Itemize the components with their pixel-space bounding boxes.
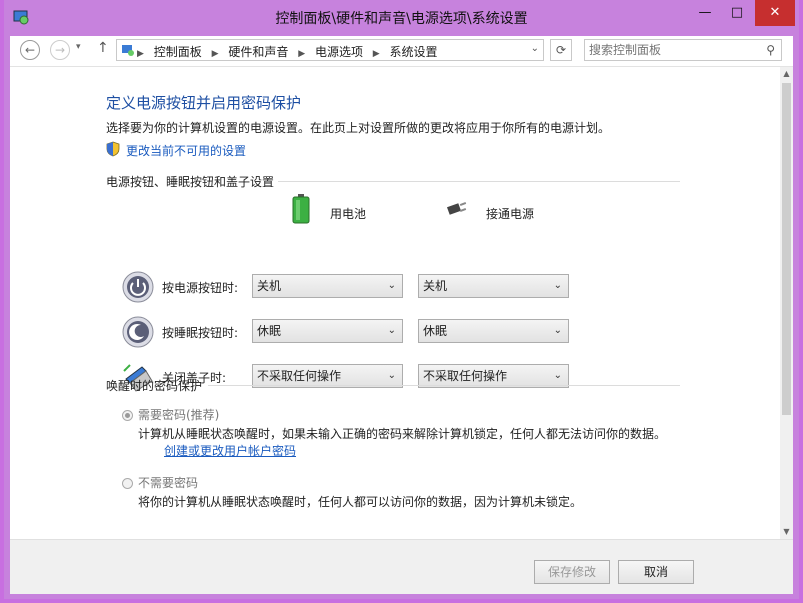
chevron-down-icon: ⌄: [553, 325, 562, 336]
recent-locations-icon[interactable]: ▾: [76, 42, 81, 52]
minimize-button[interactable]: —: [692, 2, 718, 24]
maximize-button[interactable]: □: [724, 2, 750, 24]
sleep-button-battery-select[interactable]: 休眠 ⌄: [252, 319, 403, 343]
breadcrumb-separator-icon: ▶: [137, 49, 144, 59]
require-password-description: 计算机从睡眠状态唤醒时，如果未输入正确的密码来解除计算机锁定，任何人都无法访问你…: [138, 427, 667, 441]
breadcrumb-separator-icon[interactable]: ▶: [373, 49, 380, 59]
cancel-button[interactable]: 取消: [618, 560, 694, 584]
address-path[interactable]: ▶ 控制面板 ▶ 硬件和声音 ▶ 电源选项 ▶ 系统设置 ⌄: [116, 39, 544, 61]
shield-icon: [106, 141, 120, 157]
window-content: ← → ▾ ↑ ▶ 控制面板 ▶ 硬件和声音 ▶ 电源选项 ▶ 系统设置 ⌄ ⟳…: [10, 36, 793, 594]
power-button-label: 按电源按钮时:: [162, 281, 239, 295]
require-password-label[interactable]: 需要密码(推荐): [138, 406, 219, 423]
scroll-down-icon[interactable]: ▼: [780, 525, 793, 539]
breadcrumb-control-panel[interactable]: 控制面板: [154, 45, 202, 59]
no-password-label[interactable]: 不需要密码: [138, 474, 198, 491]
sleep-button-plugged-select[interactable]: 休眠 ⌄: [418, 319, 569, 343]
scroll-thumb[interactable]: [782, 83, 791, 415]
breadcrumb-power-options[interactable]: 电源选项: [315, 45, 363, 59]
select-value: 关机: [423, 279, 448, 293]
window: 控制面板\硬件和声音\电源选项\系统设置 — □ ✕ ← → ▾ ↑ ▶ 控制面…: [4, 0, 799, 599]
no-password-radio[interactable]: [122, 478, 133, 489]
up-button[interactable]: ↑: [97, 40, 109, 56]
window-title: 控制面板\硬件和声音\电源选项\系统设置: [275, 11, 528, 27]
footer-bar: 保存修改 取消: [10, 539, 793, 594]
divider: [278, 181, 680, 182]
create-change-password-link[interactable]: 创建或更改用户帐户密码: [164, 442, 296, 459]
power-button-icon: [122, 271, 154, 303]
search-icon[interactable]: ⚲: [766, 43, 775, 57]
breadcrumb-hardware-sound[interactable]: 硬件和声音: [228, 45, 288, 59]
no-password-description: 将你的计算机从睡眠状态唤醒时，任何人都可以访问你的数据，因为计算机未锁定。: [138, 495, 583, 509]
refresh-button[interactable]: ⟳: [550, 39, 572, 61]
chevron-down-icon: ⌄: [553, 280, 562, 291]
divider: [208, 385, 680, 386]
chevron-down-icon: ⌄: [387, 325, 396, 336]
page-description: 选择要为你的计算机设置的电源设置。在此页上对设置所做的更改将应用于你所有的电源计…: [106, 121, 611, 135]
vertical-scrollbar[interactable]: ▲ ▼: [780, 67, 793, 539]
section-header-password: 唤醒时的密码保护: [106, 377, 680, 393]
section-title: 电源按钮、睡眠按钮和盖子设置: [106, 175, 275, 189]
plug-icon: [446, 202, 467, 215]
breadcrumb: ▶ 控制面板 ▶ 硬件和声音 ▶ 电源选项 ▶ 系统设置: [137, 43, 444, 60]
settings-page: 定义电源按钮并启用密码保护 选择要为你的计算机设置的电源设置。在此页上对设置所做…: [10, 67, 793, 539]
chevron-down-icon[interactable]: ⌄: [531, 43, 539, 54]
column-header-battery: 用电池: [330, 207, 367, 221]
section-header-buttons: 电源按钮、睡眠按钮和盖子设置: [106, 173, 680, 189]
close-button[interactable]: ✕: [755, 0, 795, 26]
scroll-up-icon[interactable]: ▲: [780, 67, 793, 81]
control-panel-small-icon: [122, 45, 134, 56]
column-header-plugged-in: 接通电源: [486, 207, 535, 221]
sleep-button-label: 按睡眠按钮时:: [162, 326, 239, 340]
search-input[interactable]: [589, 42, 759, 58]
search-box[interactable]: ⚲: [584, 39, 782, 61]
back-button[interactable]: ←: [20, 40, 40, 60]
title-bar[interactable]: 控制面板\硬件和声音\电源选项\系统设置 — □ ✕: [4, 0, 799, 36]
power-button-battery-select[interactable]: 关机 ⌄: [252, 274, 403, 298]
section-title: 唤醒时的密码保护: [106, 379, 203, 393]
chevron-down-icon: ⌄: [387, 280, 396, 291]
power-button-plugged-select[interactable]: 关机 ⌄: [418, 274, 569, 298]
battery-icon: [292, 194, 310, 224]
sleep-button-icon: [122, 316, 154, 348]
breadcrumb-separator-icon[interactable]: ▶: [212, 49, 219, 59]
select-value: 关机: [257, 279, 282, 293]
address-bar: ← → ▾ ↑ ▶ 控制面板 ▶ 硬件和声音 ▶ 电源选项 ▶ 系统设置 ⌄ ⟳…: [10, 36, 793, 67]
select-value: 休眠: [257, 324, 282, 338]
breadcrumb-separator-icon[interactable]: ▶: [298, 49, 305, 59]
require-password-radio[interactable]: [122, 410, 133, 421]
forward-button[interactable]: →: [50, 40, 70, 60]
change-unavailable-settings-link[interactable]: 更改当前不可用的设置: [126, 142, 246, 159]
save-changes-button[interactable]: 保存修改: [534, 560, 610, 584]
breadcrumb-system-settings[interactable]: 系统设置: [390, 45, 438, 59]
page-title: 定义电源按钮并启用密码保护: [106, 94, 302, 112]
select-value: 休眠: [423, 324, 448, 338]
